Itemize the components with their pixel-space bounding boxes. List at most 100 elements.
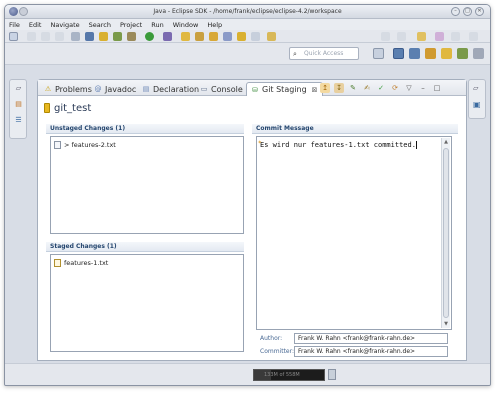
menu-file[interactable]: File [9,21,20,29]
view-toolbar: ↥ ↧ ✎ ✍ ✓ ⟳ ▽ – □ [320,83,442,93]
run-icon[interactable] [145,32,154,41]
author-label: Author: [260,335,283,342]
external-tools-icon[interactable] [127,32,136,41]
unstaged-list[interactable]: > features-2.txt [50,136,244,234]
tab-git-staging[interactable]: ⛁ Git Staging ⊠ [246,82,323,96]
menu-run[interactable]: Run [151,21,163,29]
scroll-thumb[interactable] [443,148,449,318]
staged-header: Staged Changes (1) [46,242,244,252]
save-icon[interactable] [27,32,36,41]
build-icon[interactable] [71,32,80,41]
package-explorer-icon[interactable]: ▤ [14,100,23,109]
team-perspective-icon[interactable] [441,48,452,59]
scroll-up-icon[interactable]: ▲ [442,138,450,146]
commit-scrollbar[interactable]: ▲ ▼ [441,138,450,328]
git-perspective-icon[interactable] [425,48,436,59]
content-assist-marker: * [258,140,262,147]
tab-label: Declaration [153,84,200,94]
garbage-collect-icon[interactable] [328,369,336,380]
right-trim-stack: ▱ ▣ [468,79,486,119]
minimize-view-icon[interactable]: – [418,83,428,93]
tab-label: Javadoc [105,84,137,94]
other-perspective-icon[interactable] [473,48,484,59]
restore-right-icon[interactable]: ▱ [473,84,478,92]
window-title: Java - Eclipse SDK - /home/frank/eclipse… [153,8,342,15]
minimize-icon[interactable]: – [451,7,460,16]
menu-bar: File Edit Navigate Search Project Run Wi… [5,19,490,30]
git-staging-icon: ⛁ [252,85,258,94]
print-icon[interactable] [55,32,64,41]
menu-navigate[interactable]: Navigate [50,21,79,29]
quick-access-input[interactable]: ⌕ Quick Access [289,47,359,60]
signed-off-icon[interactable]: ✓ [376,83,386,93]
new-package-icon[interactable] [195,32,204,41]
java-perspective-icon[interactable] [393,48,404,59]
unstage-icon[interactable]: ↧ [334,83,344,93]
debug-run-icon[interactable] [113,32,122,41]
perspective-bar: ⌕ Quick Access [5,43,490,65]
view-tabs: ⚠ Problems @ Javadoc ▤ Declaration ▭ Con… [38,80,466,96]
heap-status[interactable]: 133M of 558M [253,369,325,381]
close-tab-icon[interactable]: ⊠ [312,86,318,94]
menu-edit[interactable]: Edit [29,21,42,29]
last-edit-icon[interactable] [417,32,426,41]
main-toolbar [5,30,490,43]
binoculars-icon: ⌕ [293,50,297,58]
new-java-project-icon[interactable] [181,32,190,41]
debug-perspective-icon[interactable] [409,48,420,59]
close-icon[interactable]: ✕ [475,7,484,16]
restore-icon[interactable]: ▱ [14,84,23,93]
amend-icon[interactable]: ✍ [362,83,372,93]
new-icon[interactable] [9,32,18,41]
tab-problems[interactable]: ⚠ Problems [40,82,96,96]
menu-project[interactable]: Project [120,21,142,29]
open-task-icon[interactable] [237,32,246,41]
list-item[interactable]: > features-2.txt [54,140,116,150]
tab-declaration[interactable]: ▤ Declaration [138,82,203,96]
console-icon: ▭ [200,85,208,93]
pin-icon[interactable] [469,32,478,41]
open-perspective-icon[interactable] [373,48,384,59]
debug-icon[interactable] [85,32,94,41]
plugin-perspective-icon[interactable] [457,48,468,59]
tab-label: Git Staging [262,85,307,94]
tab-label: Console [211,84,243,94]
list-item[interactable]: features-1.txt [54,258,108,268]
back-icon[interactable] [435,32,444,41]
stage-icon[interactable]: ↥ [320,83,330,93]
tab-console[interactable]: ▭ Console [196,82,247,96]
open-type-icon[interactable] [223,32,232,41]
search-icon[interactable] [251,32,260,41]
task-list-icon[interactable]: ▣ [473,100,481,109]
view-menu-icon[interactable]: ▽ [404,83,414,93]
maximize-icon[interactable]: □ [463,7,472,16]
java-class-icon[interactable] [99,32,108,41]
tab-javadoc[interactable]: @ Javadoc [90,82,140,96]
committer-field[interactable]: Frank W. Rahn <frank@frank-rahn.de> [294,346,448,357]
file-name: features-1.txt [64,259,109,267]
forward-icon[interactable] [451,32,460,41]
scroll-down-icon[interactable]: ▼ [442,320,450,328]
menu-help[interactable]: Help [207,21,222,29]
commit-message-value: Es wird nur features-1.txt committed. [260,141,416,149]
prev-annotation-icon[interactable] [397,32,406,41]
commit-icon[interactable]: ✎ [348,83,358,93]
new-class-icon[interactable] [209,32,218,41]
problems-icon: ⚠ [44,85,52,93]
menu-search[interactable]: Search [89,21,111,29]
next-annotation-icon[interactable] [381,32,390,41]
coverage-icon[interactable] [163,32,172,41]
declaration-icon: ▤ [142,85,150,93]
author-field[interactable]: Frank W. Rahn <frank@frank-rahn.de> [294,333,448,344]
outline-icon[interactable]: ☰ [14,116,23,125]
menu-window[interactable]: Window [173,21,199,29]
commit-message-field[interactable]: * Es wird nur features-1.txt committed. … [256,136,452,330]
refresh-icon[interactable]: ⟳ [390,83,400,93]
staged-file-icon [54,259,61,267]
staged-list[interactable]: features-1.txt [50,254,244,352]
save-all-icon[interactable] [41,32,50,41]
maximize-view-icon[interactable]: □ [432,83,442,93]
annotation-icon[interactable] [267,32,276,41]
left-trim-stack: ▱ ▤ ☰ [9,79,27,139]
text-cursor [415,141,417,149]
